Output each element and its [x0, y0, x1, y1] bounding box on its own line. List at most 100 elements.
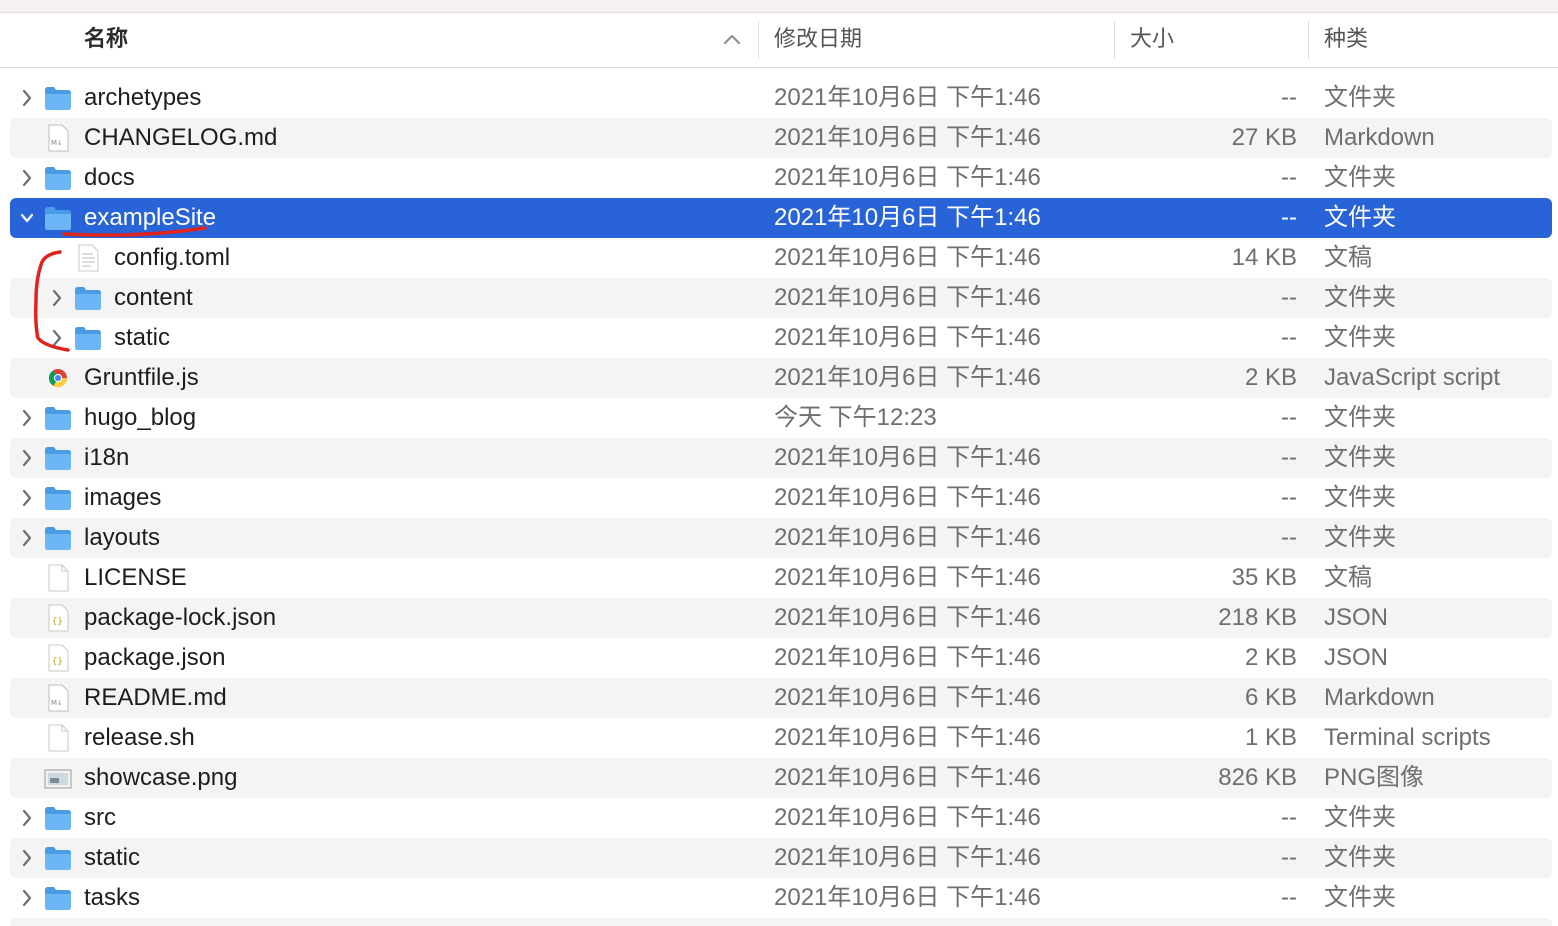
- column-divider[interactable]: [758, 21, 759, 59]
- modified-date: 2021年10月6日 下午1:46: [774, 724, 1041, 751]
- folder-icon: [45, 807, 71, 830]
- file-row[interactable]: exampleSite 2021年10月6日 下午1:46 -- 文件夹: [10, 198, 1552, 238]
- file-row[interactable]: {} package.json 2021年10月6日 下午1:46 2 KB JSON: [10, 638, 1552, 678]
- file-kind: 文件夹: [1324, 284, 1396, 311]
- markdown-file-icon: M↓: [48, 684, 69, 712]
- file-size: 27 KB: [1231, 124, 1297, 151]
- folder-icon: [45, 407, 71, 430]
- file-name: content: [114, 284, 193, 311]
- file-size: --: [1281, 484, 1297, 511]
- disclosure-chevron-right-icon[interactable]: [20, 488, 34, 508]
- file-name: release.sh: [84, 724, 195, 751]
- disclosure-chevron-right-icon[interactable]: [20, 408, 34, 428]
- file-row[interactable]: layouts 2021年10月6日 下午1:46 -- 文件夹: [10, 518, 1552, 558]
- file-name: hugo_blog: [84, 404, 197, 431]
- file-size: 35 KB: [1231, 564, 1297, 591]
- chrome-file-icon: [49, 369, 67, 388]
- column-size-header[interactable]: 大小: [1130, 13, 1174, 67]
- file-row[interactable]: docs 2021年10月6日 下午1:46 -- 文件夹: [10, 158, 1552, 198]
- disclosure-chevron-right-icon[interactable]: [20, 168, 34, 188]
- file-kind: Terminal scripts: [1324, 724, 1491, 751]
- disclosure-chevron-right-icon[interactable]: [20, 848, 34, 868]
- file-kind: Markdown: [1324, 684, 1435, 711]
- file-row[interactable]: i18n 2021年10月6日 下午1:46 -- 文件夹: [10, 438, 1552, 478]
- file-row[interactable]: archetypes 2021年10月6日 下午1:46 -- 文件夹: [10, 78, 1552, 118]
- file-kind: JavaScript script: [1324, 364, 1501, 391]
- folder-icon: [45, 87, 71, 110]
- file-kind: 文件夹: [1324, 524, 1396, 551]
- file-size: --: [1281, 204, 1297, 231]
- folder-icon: [45, 487, 71, 510]
- folder-icon: [45, 527, 71, 550]
- file-name: i18n: [84, 444, 130, 471]
- file-name: package-lock.json: [84, 604, 277, 631]
- folder-icon: [45, 167, 71, 190]
- file-kind: 文件夹: [1324, 444, 1396, 471]
- svg-text:M↓: M↓: [51, 139, 63, 147]
- file-row[interactable]: M↓ CHANGELOG.md 2021年10月6日 下午1:46 27 KB Mark…: [10, 118, 1552, 158]
- disclosure-chevron-right-icon[interactable]: [20, 888, 34, 908]
- file-name: package.json: [84, 644, 226, 671]
- file-row[interactable]: showcase.png 2021年10月6日 下午1:46 826 KB PNG图像: [10, 758, 1552, 798]
- file-row[interactable]: src 2021年10月6日 下午1:46 -- 文件夹: [10, 798, 1552, 838]
- file-row[interactable]: {} package-lock.json 2021年10月6日 下午1:46 218 …: [10, 598, 1552, 638]
- sort-ascending-icon[interactable]: [722, 31, 742, 47]
- file-size: 826 KB: [1218, 764, 1297, 791]
- modified-date: 2021年10月6日 下午1:46: [774, 644, 1041, 671]
- svg-text:M↓: M↓: [51, 699, 63, 707]
- column-divider[interactable]: [1114, 21, 1115, 59]
- file-kind: 文件夹: [1324, 484, 1396, 511]
- file-row[interactable]: content 2021年10月6日 下午1:46 -- 文件夹: [10, 278, 1552, 318]
- disclosure-chevron-right-icon[interactable]: [20, 528, 34, 548]
- file-name: showcase.png: [84, 764, 238, 791]
- file-kind: 文件夹: [1324, 804, 1396, 831]
- file-size: --: [1281, 884, 1297, 911]
- column-divider[interactable]: [1308, 21, 1309, 59]
- file-name: config.toml: [114, 244, 231, 271]
- disclosure-chevron-right-icon[interactable]: [20, 808, 34, 828]
- disclosure-chevron-down-icon[interactable]: [20, 208, 34, 228]
- file-size: --: [1281, 844, 1297, 871]
- file-row[interactable]: LICENSE 2021年10月6日 下午1:46 35 KB 文稿: [10, 558, 1552, 598]
- file-kind: 文稿: [1324, 244, 1372, 271]
- file-row[interactable]: hugo_blog 今天 下午12:23 -- 文件夹: [10, 398, 1552, 438]
- file-name: Gruntfile.js: [84, 364, 199, 391]
- modified-date: 2021年10月6日 下午1:46: [774, 324, 1041, 351]
- file-row[interactable]: static 2021年10月6日 下午1:46 -- 文件夹: [10, 838, 1552, 878]
- file-size: --: [1281, 84, 1297, 111]
- file-kind: Markdown: [1324, 124, 1435, 151]
- column-kind-header[interactable]: 种类: [1324, 13, 1368, 67]
- modified-date: 2021年10月6日 下午1:46: [774, 84, 1041, 111]
- file-row[interactable]: config.toml 2021年10月6日 下午1:46 14 KB 文稿: [10, 238, 1552, 278]
- file-kind: PNG图像: [1324, 764, 1425, 791]
- text-document-icon: [78, 244, 99, 272]
- file-size: 6 KB: [1244, 684, 1297, 711]
- modified-date: 2021年10月6日 下午1:46: [774, 764, 1041, 791]
- file-name: images: [84, 484, 162, 511]
- folder-icon: [45, 207, 71, 230]
- image-file-icon: [44, 769, 72, 789]
- file-row[interactable]: static 2021年10月6日 下午1:46 -- 文件夹: [10, 318, 1552, 358]
- file-name: src: [84, 804, 116, 831]
- json-file-icon: {}: [48, 644, 69, 672]
- file-row[interactable]: tasks 2021年10月6日 下午1:46 -- 文件夹: [10, 878, 1552, 918]
- file-row[interactable]: release.sh 2021年10月6日 下午1:46 1 KB Terminal …: [10, 718, 1552, 758]
- file-row[interactable]: Gruntfile.js 2021年10月6日 下午1:46 2 KB JavaScr…: [10, 358, 1552, 398]
- modified-date: 2021年10月6日 下午1:46: [774, 244, 1041, 271]
- column-name-header[interactable]: 名称: [84, 13, 128, 67]
- partial-row: [10, 918, 1552, 926]
- modified-date: 2021年10月6日 下午1:46: [774, 804, 1041, 831]
- disclosure-chevron-right-icon[interactable]: [50, 288, 64, 308]
- disclosure-chevron-right-icon[interactable]: [50, 328, 64, 348]
- disclosure-chevron-right-icon[interactable]: [20, 448, 34, 468]
- file-row[interactable]: images 2021年10月6日 下午1:46 -- 文件夹: [10, 478, 1552, 518]
- file-row[interactable]: M↓ README.md 2021年10月6日 下午1:46 6 KB Markdown: [10, 678, 1552, 718]
- document-icon: [48, 724, 69, 752]
- file-name: layouts: [84, 524, 161, 551]
- disclosure-chevron-right-icon[interactable]: [20, 88, 34, 108]
- file-name: archetypes: [84, 84, 202, 111]
- file-name: static: [114, 324, 171, 351]
- window-top-strip: [0, 0, 1558, 13]
- file-kind: 文件夹: [1324, 884, 1396, 911]
- column-date-header[interactable]: 修改日期: [774, 13, 862, 67]
